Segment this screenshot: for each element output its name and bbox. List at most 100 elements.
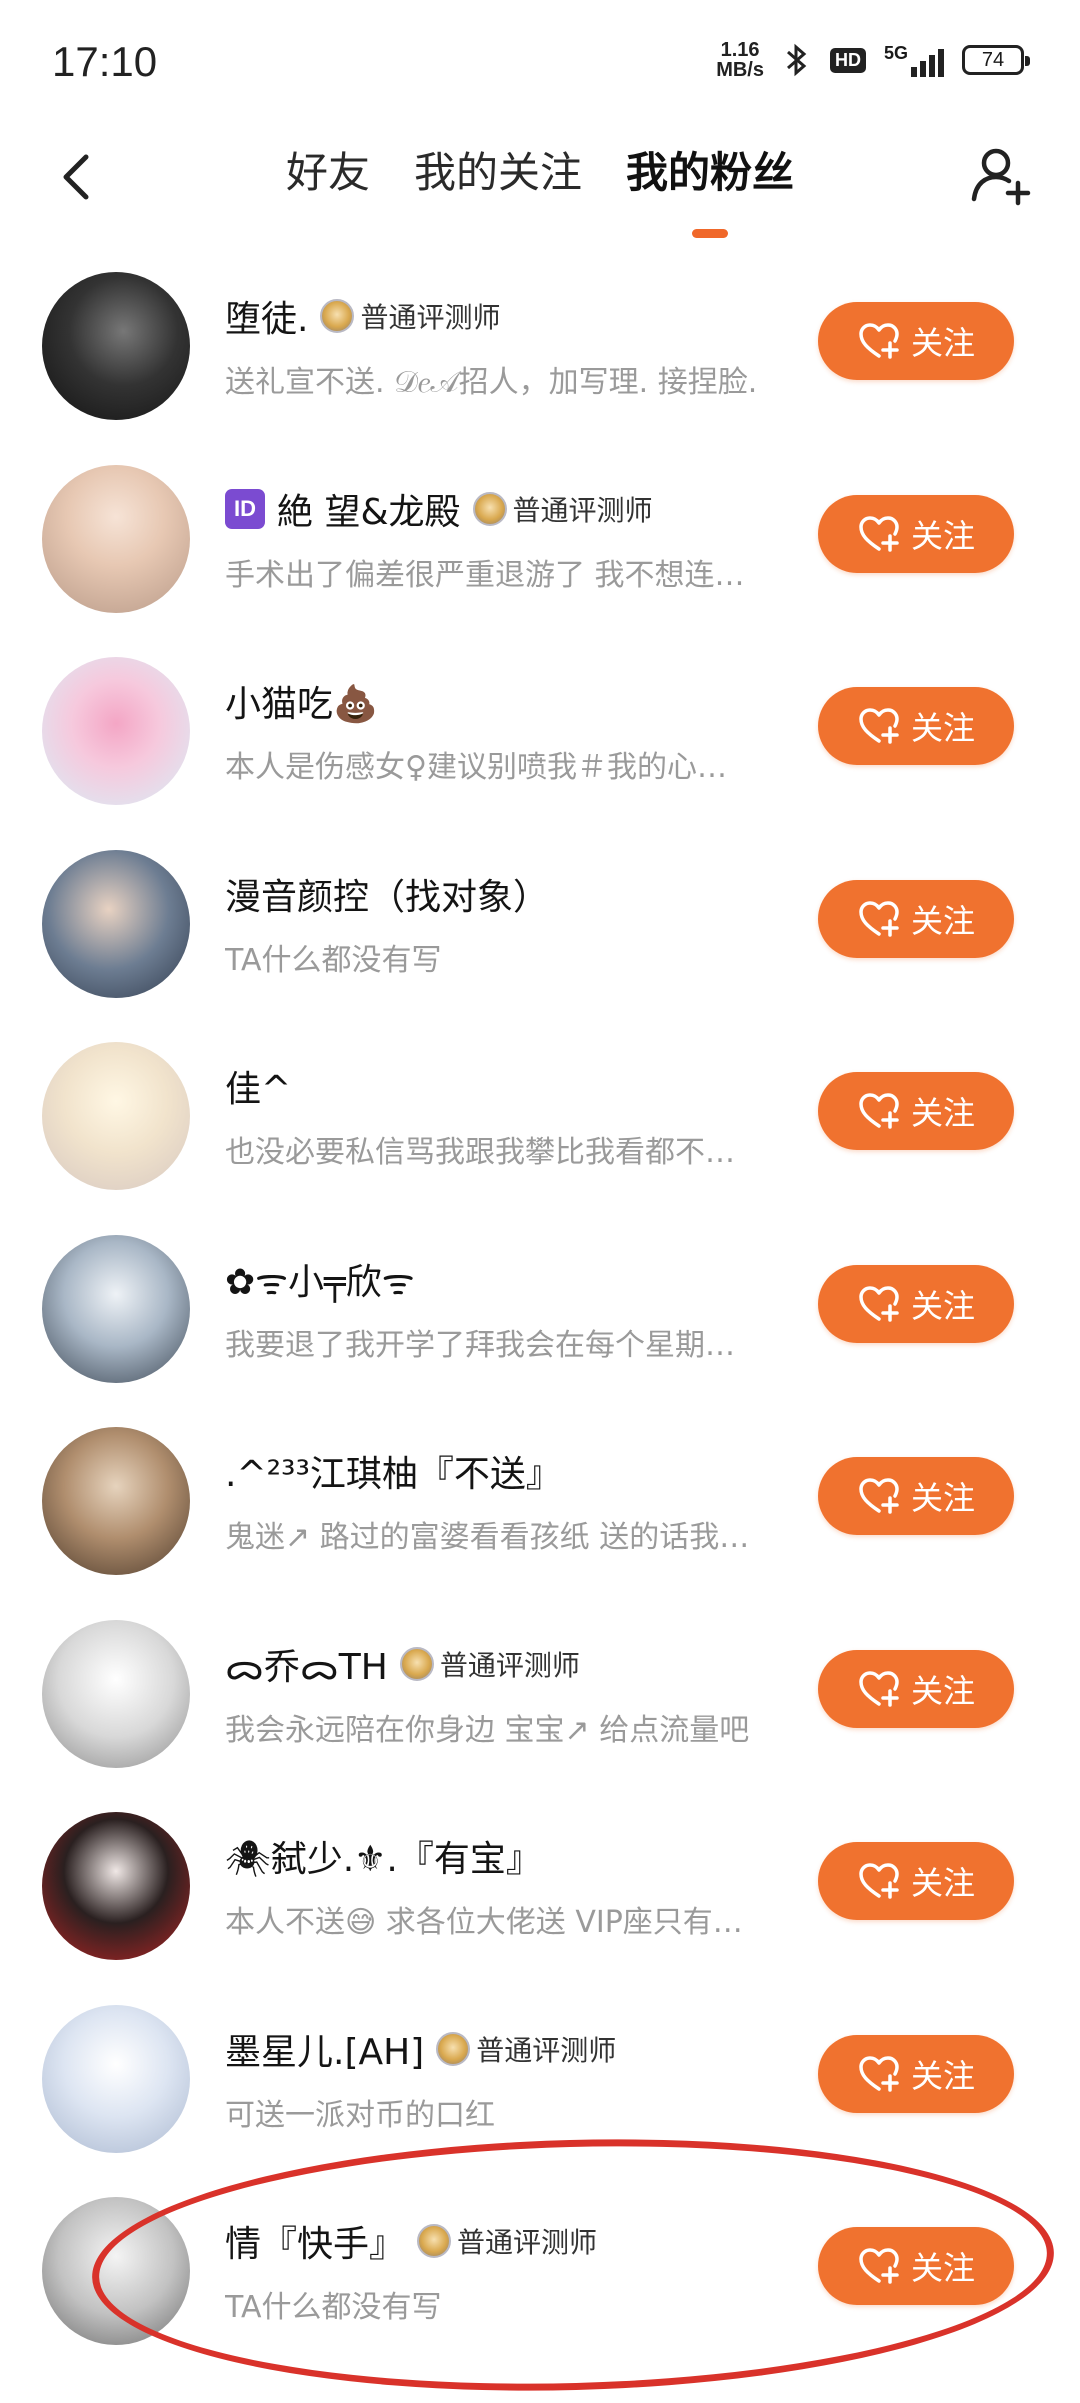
fan-list-item[interactable]: 情『快手』 普通评测师 TA什么都没有写 关注 — [0, 2187, 1080, 2380]
medal-icon — [399, 1646, 434, 1681]
name-line: 🕷弑少.⚜.『有宝』 — [225, 1830, 542, 1882]
follow-button-label: 关注 — [910, 1671, 975, 1710]
fan-name: 情『快手』 — [225, 2224, 406, 2265]
reviewer-label: 普通评测师 — [439, 1648, 580, 1682]
network-speed: 1.16 MB/s — [716, 40, 764, 80]
follow-button-label: 关注 — [910, 901, 975, 940]
avatar[interactable] — [42, 272, 190, 420]
fan-list-item[interactable]: 漫音颜控（找对象） TA什么都没有写 关注 — [0, 840, 1080, 1033]
reviewer-badge: 普通评测师 — [417, 2221, 597, 2261]
fan-bio: 可送一派对币的口红 — [225, 2097, 495, 2133]
avatar[interactable] — [42, 1427, 190, 1575]
follow-button-label: 关注 — [910, 2056, 975, 2095]
fan-bio: TA什么都没有写 — [225, 942, 442, 978]
heart-plus-icon — [859, 1670, 899, 1707]
reviewer-label: 普通评测师 — [360, 301, 501, 334]
follow-button[interactable]: 关注 — [818, 1842, 1014, 1920]
add-user-icon[interactable] — [966, 141, 1036, 211]
medal-icon — [472, 491, 507, 526]
avatar[interactable] — [42, 1042, 190, 1190]
follow-button[interactable]: 关注 — [818, 302, 1014, 380]
top-nav: 好友 我的关注 我的粉丝 — [0, 125, 1080, 245]
fan-bio: 本人不送😅 求各位大佬送 VIP座只有… — [225, 1905, 743, 1940]
follow-button[interactable]: 关注 — [818, 687, 1014, 765]
name-line: ᯅ乔ᯅTH 普通评测师 — [225, 1638, 580, 1690]
fan-name: 🕷弑少.⚜.『有宝』 — [225, 1839, 542, 1880]
heart-plus-icon — [859, 2248, 899, 2284]
fan-name: 墨星儿.[AH] — [225, 2031, 425, 2073]
heart-plus-icon — [859, 2055, 899, 2092]
network-speed-value: 1.16 — [720, 39, 760, 61]
avatar[interactable] — [42, 2004, 190, 2153]
medal-icon — [417, 2224, 452, 2258]
follow-button[interactable]: 关注 — [818, 1072, 1014, 1150]
fan-list-item[interactable]: 墨星儿.[AH] 普通评测师可送一派对币的口红 关注 — [0, 1995, 1080, 2188]
battery-level: 74 — [981, 48, 1005, 71]
reviewer-badge: 普通评测师 — [436, 2029, 616, 2069]
reviewer-label: 普通评测师 — [512, 493, 653, 527]
fan-name: ᯅ乔ᯅTH — [225, 1646, 388, 1688]
heart-plus-icon — [859, 1285, 899, 1322]
avatar[interactable] — [42, 2197, 190, 2345]
active-tab-indicator — [692, 229, 728, 238]
tab-fans[interactable]: 我的粉丝 — [604, 139, 816, 238]
fan-bio: 送礼宣不送. 𝒟𝑒𝒜招人，加写理. 接捏脸. — [225, 365, 758, 400]
fan-list-item[interactable]: 🕷弑少.⚜.『有宝』本人不送😅 求各位大佬送 VIP座只有… 关注 — [0, 1802, 1080, 1995]
follow-button[interactable]: 关注 — [818, 1457, 1014, 1535]
tab-fans-label: 我的粉丝 — [626, 148, 795, 197]
heart-plus-icon — [859, 323, 899, 359]
follow-button[interactable]: 关注 — [818, 2227, 1014, 2305]
fan-name: ✿ᯤ小╤欣ᯤ — [225, 1261, 415, 1303]
tab-friends[interactable]: 好友 — [264, 139, 392, 200]
fan-bio: 本人是伤感女♀建议别喷我＃我的心… — [225, 750, 727, 785]
fan-list-item[interactable]: .^²³³江琪柚『不送』鬼迷↗ 路过的富婆看看孩纸 送的话我… 关注 — [0, 1417, 1080, 1610]
follow-button[interactable]: 关注 — [818, 494, 1014, 573]
status-icons: 1.16 MB/s HD 5G 74 — [716, 40, 1030, 80]
fan-list-item[interactable]: ✿ᯤ小╤欣ᯤ 我要退了我开学了拜我会在每个星期… 关注 — [0, 1225, 1080, 1418]
fan-bio: 手术出了偏差很严重退游了 我不想连… — [225, 557, 745, 593]
follow-button[interactable]: 关注 — [818, 2034, 1014, 2113]
tab-following-label: 我的关注 — [413, 148, 582, 197]
avatar[interactable] — [42, 464, 190, 613]
heart-plus-icon — [859, 900, 899, 937]
fan-name: .^²³³江琪柚『不送』 — [225, 1454, 562, 1495]
fan-bio: 我要退了我开学了拜我会在每个星期… — [225, 1327, 735, 1363]
follow-button[interactable]: 关注 — [818, 879, 1014, 958]
network-type: 5G — [883, 43, 908, 63]
avatar[interactable] — [42, 1812, 190, 1960]
reviewer-badge: 普通评测师 — [399, 1644, 580, 1684]
avatar[interactable] — [42, 1619, 190, 1768]
heart-plus-icon — [859, 515, 899, 552]
follow-button-label: 关注 — [910, 2249, 975, 2287]
follow-button-label: 关注 — [910, 1286, 975, 1325]
avatar[interactable] — [42, 657, 190, 805]
follow-button-label: 关注 — [910, 1094, 975, 1132]
name-line: 堕徒. 普通评测师 — [225, 290, 500, 342]
heart-plus-icon — [859, 1478, 899, 1514]
fan-list-item[interactable]: ᯅ乔ᯅTH 普通评测师 我会永远陪在你身边 宝宝↗ 给点流量吧 关注 — [0, 1610, 1080, 1803]
medal-icon — [320, 299, 355, 333]
fan-list-item[interactable]: 堕徒. 普通评测师送礼宣不送. 𝒟𝑒𝒜招人，加写理. 接捏脸. 关注 — [0, 262, 1080, 455]
fans-list: 堕徒. 普通评测师 送礼宣不送. 𝒟𝑒𝒜招人，加写理. 接捏脸. 关注 ID 絶 望&龙殿… — [0, 262, 1080, 2380]
battery-icon: 74 — [962, 45, 1030, 75]
fan-list-item[interactable]: 小猫吃💩 本人是伤感女♀建议别喷我＃我的心… 关注 — [0, 647, 1080, 840]
fan-list-item[interactable]: 佳^ 也没必要私信骂我跟我攀比我看都不… 关注 — [0, 1032, 1080, 1225]
avatar[interactable] — [42, 849, 190, 998]
fan-name: 佳^ — [225, 1069, 292, 1110]
fan-name: 絶 望&龙殿 — [277, 491, 461, 533]
name-line: ID 絶 望&龙殿 普通评测师 — [225, 483, 653, 535]
reviewer-label: 普通评测师 — [476, 2033, 617, 2067]
fan-name: 堕徒. — [225, 299, 309, 340]
fan-name: 漫音颜控（找对象） — [225, 876, 550, 918]
avatar[interactable] — [42, 1234, 190, 1383]
tab-following[interactable]: 我的关注 — [392, 139, 604, 200]
fan-list-item[interactable]: ID 絶 望&龙殿 普通评测师 手术出了偏差很严重退游了 我不想连… 关注 — [0, 455, 1080, 648]
tab-friends-label: 好友 — [285, 148, 370, 197]
follow-button[interactable]: 关注 — [818, 1649, 1014, 1728]
heart-plus-icon — [859, 1863, 899, 1899]
fan-bio: 鬼迷↗ 路过的富婆看看孩纸 送的话我… — [225, 1520, 750, 1555]
hd-icon: HD — [829, 47, 866, 73]
bluetooth-icon — [786, 43, 807, 77]
follow-button-label: 关注 — [910, 516, 975, 555]
follow-button[interactable]: 关注 — [818, 1264, 1014, 1343]
